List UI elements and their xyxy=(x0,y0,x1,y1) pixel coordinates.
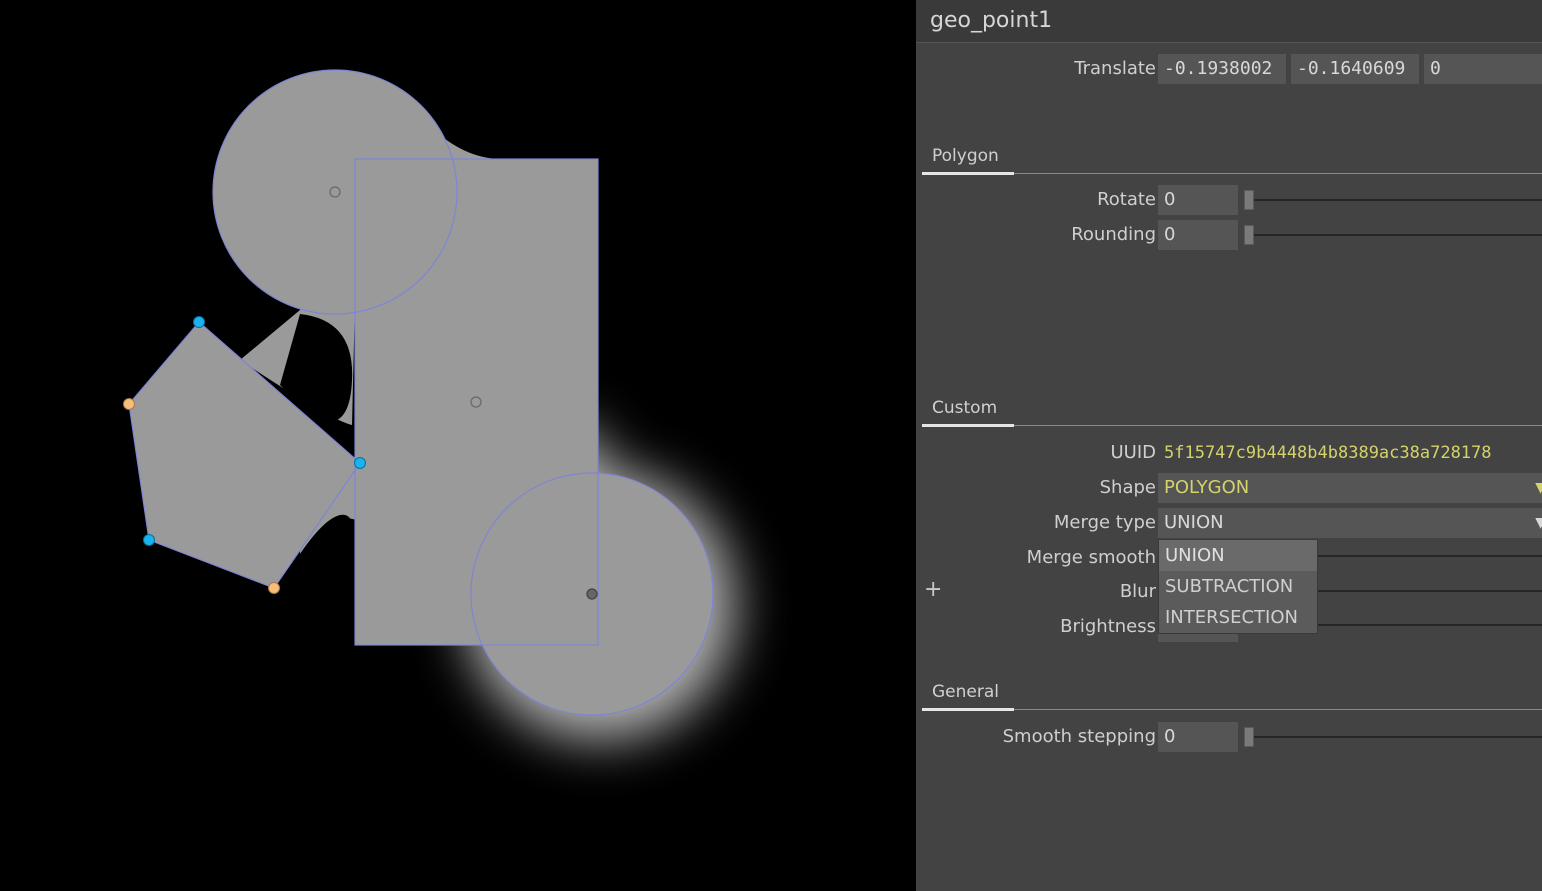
rounding-slider-handle[interactable] xyxy=(1244,225,1254,245)
merge-type-dropdown-value: UNION xyxy=(1164,512,1224,533)
section-divider xyxy=(922,709,1542,710)
rounding-field[interactable]: 0 xyxy=(1158,220,1238,250)
merge-type-dropdown[interactable]: UNION ▼ xyxy=(1158,508,1542,538)
section-general-label: General xyxy=(932,682,999,702)
section-custom-label: Custom xyxy=(932,398,998,418)
merge-smooth-slider-track[interactable] xyxy=(1318,555,1542,557)
smooth-stepping-label: Smooth stepping xyxy=(1002,726,1156,747)
pocket-lower-fill xyxy=(275,586,355,646)
uuid-value: 5f15747c9b4448b4b8389ac38a728178 xyxy=(1164,443,1492,463)
uuid-label: UUID xyxy=(1110,442,1156,463)
menu-item-union[interactable]: UNION xyxy=(1159,540,1317,571)
rotate-field[interactable]: 0 xyxy=(1158,185,1238,215)
node-title: geo_point1 xyxy=(930,8,1053,33)
section-general[interactable]: General xyxy=(922,682,1542,711)
shape-dropdown-value: POLYGON xyxy=(1164,477,1250,498)
viewport-canvas[interactable] xyxy=(0,0,916,891)
rotate-slider-handle[interactable] xyxy=(1244,190,1254,210)
section-underline xyxy=(922,708,1014,711)
polygon-vertex-handle[interactable] xyxy=(354,457,366,469)
shape-dropdown[interactable]: POLYGON ▼ xyxy=(1158,473,1542,503)
section-polygon-label: Polygon xyxy=(932,146,999,166)
menu-item-subtraction[interactable]: SUBTRACTION xyxy=(1159,571,1317,602)
rotate-slider-track[interactable] xyxy=(1254,199,1542,201)
smooth-stepping-slider-handle[interactable] xyxy=(1244,727,1254,747)
brightness-label: Brightness xyxy=(1060,616,1156,637)
rounding-label: Rounding xyxy=(1071,224,1156,245)
section-underline xyxy=(922,172,1014,175)
chevron-down-icon: ▼ xyxy=(1535,480,1542,496)
shape-label: Shape xyxy=(1099,477,1156,498)
rounding-slider-track[interactable] xyxy=(1254,234,1542,236)
node-header: geo_point1 xyxy=(916,0,1542,43)
blur-label: Blur xyxy=(1119,581,1156,602)
smooth-stepping-field[interactable]: 0 xyxy=(1158,722,1238,752)
section-divider xyxy=(922,173,1542,174)
chevron-down-icon: ▼ xyxy=(1535,515,1542,531)
polygon-vertex-handle[interactable] xyxy=(123,398,135,410)
merge-smooth-label: Merge smooth xyxy=(1026,547,1156,568)
section-polygon[interactable]: Polygon xyxy=(922,146,1542,175)
polygon-vertex-handle[interactable] xyxy=(193,316,205,328)
section-divider xyxy=(922,425,1542,426)
polygon-vertex-handle[interactable] xyxy=(268,582,280,594)
menu-item-intersection[interactable]: INTERSECTION xyxy=(1159,602,1317,633)
blur-slider-track[interactable] xyxy=(1318,590,1542,592)
merge-type-label: Merge type xyxy=(1053,512,1156,533)
translate-x-field[interactable]: -0.1938002 xyxy=(1158,54,1286,84)
merge-type-menu[interactable]: UNION SUBTRACTION INTERSECTION xyxy=(1158,539,1318,634)
parameter-panel: geo_point1 Translate -0.1938002 -0.16406… xyxy=(916,0,1542,891)
section-underline xyxy=(922,424,1014,427)
rotate-label: Rotate xyxy=(1097,189,1156,210)
translate-label: Translate xyxy=(1074,58,1156,79)
polygon-vertex-handle[interactable] xyxy=(143,534,155,546)
translate-y-field[interactable]: -0.1640609 xyxy=(1291,54,1419,84)
shape-scene[interactable] xyxy=(0,0,916,891)
brightness-slider-track[interactable] xyxy=(1318,624,1542,626)
smooth-stepping-slider-track[interactable] xyxy=(1254,736,1542,738)
translate-z-field[interactable]: 0 xyxy=(1424,54,1542,84)
lower-circle-center-handle[interactable] xyxy=(586,588,598,600)
section-custom[interactable]: Custom xyxy=(922,398,1542,427)
